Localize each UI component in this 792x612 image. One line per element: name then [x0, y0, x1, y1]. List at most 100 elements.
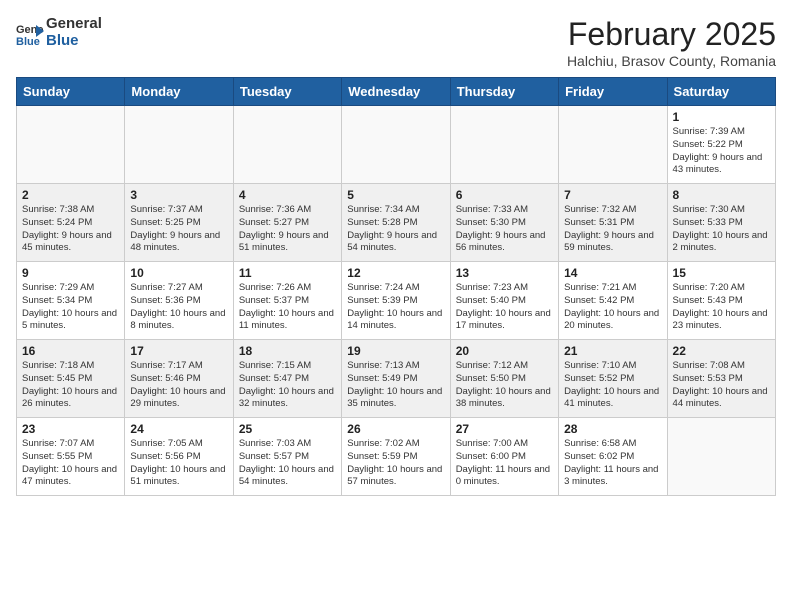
day-info: Sunrise: 7:10 AM Sunset: 5:52 PM Dayligh…	[564, 360, 661, 411]
calendar-cell: 23 Sunrise: 7:07 AM Sunset: 5:55 PM Dayli…	[17, 418, 125, 496]
day-info: Sunrise: 7:33 AM Sunset: 5:30 PM Dayligh…	[456, 204, 553, 255]
title-area: February 2025 Halchiu, Brasov County, Ro…	[567, 16, 776, 69]
day-number: 8	[673, 188, 770, 202]
day-number: 20	[456, 344, 553, 358]
day-number: 27	[456, 422, 553, 436]
calendar-cell: 6 Sunrise: 7:33 AM Sunset: 5:30 PM Daylig…	[450, 184, 558, 262]
calendar-week-row: 2 Sunrise: 7:38 AM Sunset: 5:24 PM Daylig…	[17, 184, 776, 262]
day-number: 1	[673, 110, 770, 124]
day-number: 21	[564, 344, 661, 358]
calendar-header-row: SundayMondayTuesdayWednesdayThursdayFrid…	[17, 78, 776, 106]
day-info: Sunrise: 7:07 AM Sunset: 5:55 PM Dayligh…	[22, 438, 119, 489]
calendar-cell: 10Sunrise: 7:27 AM Sunset: 5:36 PM Dayli…	[125, 262, 233, 340]
calendar-cell: 13Sunrise: 7:23 AM Sunset: 5:40 PM Dayli…	[450, 262, 558, 340]
header: General Blue General Blue February 2025 …	[16, 16, 776, 69]
calendar-cell: 19Sunrise: 7:13 AM Sunset: 5:49 PM Dayli…	[342, 340, 450, 418]
calendar-cell: 11Sunrise: 7:26 AM Sunset: 5:37 PM Dayli…	[233, 262, 341, 340]
day-info: Sunrise: 7:21 AM Sunset: 5:42 PM Dayligh…	[564, 282, 661, 333]
calendar-cell: 15 Sunrise: 7:20 AM Sunset: 5:43 PM Dayli…	[667, 262, 775, 340]
day-number: 15	[673, 266, 770, 280]
calendar-cell: 1 Sunrise: 7:39 AM Sunset: 5:22 PM Daylig…	[667, 106, 775, 184]
calendar-cell	[233, 106, 341, 184]
day-number: 14	[564, 266, 661, 280]
logo: General Blue General Blue	[16, 16, 102, 49]
day-info: Sunrise: 7:30 AM Sunset: 5:33 PM Dayligh…	[673, 204, 770, 255]
calendar-cell: 20 Sunrise: 7:12 AM Sunset: 5:50 PM Dayli…	[450, 340, 558, 418]
weekday-header-thursday: Thursday	[450, 78, 558, 106]
weekday-header-saturday: Saturday	[667, 78, 775, 106]
day-info: Sunrise: 7:27 AM Sunset: 5:36 PM Dayligh…	[130, 282, 227, 333]
logo-blue: Blue	[46, 33, 102, 50]
logo-icon: General Blue	[16, 19, 44, 47]
day-info: Sunrise: 7:12 AM Sunset: 5:50 PM Dayligh…	[456, 360, 553, 411]
day-number: 19	[347, 344, 444, 358]
calendar-cell: 4 Sunrise: 7:36 AM Sunset: 5:27 PM Daylig…	[233, 184, 341, 262]
calendar-cell: 26 Sunrise: 7:02 AM Sunset: 5:59 PM Dayli…	[342, 418, 450, 496]
day-info: Sunrise: 7:17 AM Sunset: 5:46 PM Dayligh…	[130, 360, 227, 411]
day-number: 5	[347, 188, 444, 202]
day-info: Sunrise: 7:37 AM Sunset: 5:25 PM Dayligh…	[130, 204, 227, 255]
day-info: Sunrise: 7:24 AM Sunset: 5:39 PM Dayligh…	[347, 282, 444, 333]
day-info: Sunrise: 7:23 AM Sunset: 5:40 PM Dayligh…	[456, 282, 553, 333]
calendar-cell: 16Sunrise: 7:18 AM Sunset: 5:45 PM Dayli…	[17, 340, 125, 418]
calendar-cell	[17, 106, 125, 184]
day-number: 18	[239, 344, 336, 358]
calendar-cell: 22 Sunrise: 7:08 AM Sunset: 5:53 PM Dayli…	[667, 340, 775, 418]
location-title: Halchiu, Brasov County, Romania	[567, 53, 776, 69]
calendar-cell: 3 Sunrise: 7:37 AM Sunset: 5:25 PM Daylig…	[125, 184, 233, 262]
calendar: SundayMondayTuesdayWednesdayThursdayFrid…	[16, 77, 776, 496]
logo-general: General	[46, 16, 102, 33]
day-info: Sunrise: 7:36 AM Sunset: 5:27 PM Dayligh…	[239, 204, 336, 255]
day-number: 17	[130, 344, 227, 358]
calendar-cell: 28Sunrise: 6:58 AM Sunset: 6:02 PM Dayli…	[559, 418, 667, 496]
day-number: 26	[347, 422, 444, 436]
day-info: Sunrise: 7:38 AM Sunset: 5:24 PM Dayligh…	[22, 204, 119, 255]
calendar-cell: 21 Sunrise: 7:10 AM Sunset: 5:52 PM Dayli…	[559, 340, 667, 418]
calendar-cell	[342, 106, 450, 184]
calendar-week-row: 1 Sunrise: 7:39 AM Sunset: 5:22 PM Daylig…	[17, 106, 776, 184]
day-info: Sunrise: 7:15 AM Sunset: 5:47 PM Dayligh…	[239, 360, 336, 411]
calendar-cell: 9 Sunrise: 7:29 AM Sunset: 5:34 PM Daylig…	[17, 262, 125, 340]
day-number: 9	[22, 266, 119, 280]
calendar-cell: 27 Sunrise: 7:00 AM Sunset: 6:00 PM Dayli…	[450, 418, 558, 496]
calendar-cell: 8 Sunrise: 7:30 AM Sunset: 5:33 PM Daylig…	[667, 184, 775, 262]
weekday-header-tuesday: Tuesday	[233, 78, 341, 106]
day-info: Sunrise: 7:20 AM Sunset: 5:43 PM Dayligh…	[673, 282, 770, 333]
day-info: Sunrise: 7:18 AM Sunset: 5:45 PM Dayligh…	[22, 360, 119, 411]
calendar-cell: 17 Sunrise: 7:17 AM Sunset: 5:46 PM Dayli…	[125, 340, 233, 418]
day-info: Sunrise: 7:39 AM Sunset: 5:22 PM Dayligh…	[673, 126, 770, 177]
calendar-cell	[125, 106, 233, 184]
day-info: Sunrise: 6:58 AM Sunset: 6:02 PM Dayligh…	[564, 438, 661, 489]
calendar-cell	[559, 106, 667, 184]
day-info: Sunrise: 7:02 AM Sunset: 5:59 PM Dayligh…	[347, 438, 444, 489]
weekday-header-monday: Monday	[125, 78, 233, 106]
day-info: Sunrise: 7:05 AM Sunset: 5:56 PM Dayligh…	[130, 438, 227, 489]
calendar-cell: 7Sunrise: 7:32 AM Sunset: 5:31 PM Daylig…	[559, 184, 667, 262]
calendar-cell: 12Sunrise: 7:24 AM Sunset: 5:39 PM Dayli…	[342, 262, 450, 340]
day-info: Sunrise: 7:00 AM Sunset: 6:00 PM Dayligh…	[456, 438, 553, 489]
calendar-cell: 25 Sunrise: 7:03 AM Sunset: 5:57 PM Dayli…	[233, 418, 341, 496]
weekday-header-sunday: Sunday	[17, 78, 125, 106]
weekday-header-wednesday: Wednesday	[342, 78, 450, 106]
day-number: 3	[130, 188, 227, 202]
day-info: Sunrise: 7:34 AM Sunset: 5:28 PM Dayligh…	[347, 204, 444, 255]
day-number: 7	[564, 188, 661, 202]
calendar-cell: 24Sunrise: 7:05 AM Sunset: 5:56 PM Dayli…	[125, 418, 233, 496]
day-info: Sunrise: 7:26 AM Sunset: 5:37 PM Dayligh…	[239, 282, 336, 333]
day-number: 23	[22, 422, 119, 436]
day-number: 25	[239, 422, 336, 436]
day-info: Sunrise: 7:03 AM Sunset: 5:57 PM Dayligh…	[239, 438, 336, 489]
calendar-cell	[450, 106, 558, 184]
day-number: 6	[456, 188, 553, 202]
calendar-cell: 5 Sunrise: 7:34 AM Sunset: 5:28 PM Daylig…	[342, 184, 450, 262]
calendar-week-row: 9 Sunrise: 7:29 AM Sunset: 5:34 PM Daylig…	[17, 262, 776, 340]
calendar-week-row: 16Sunrise: 7:18 AM Sunset: 5:45 PM Dayli…	[17, 340, 776, 418]
day-number: 2	[22, 188, 119, 202]
calendar-cell: 18 Sunrise: 7:15 AM Sunset: 5:47 PM Dayli…	[233, 340, 341, 418]
svg-text:Blue: Blue	[16, 36, 40, 47]
day-number: 4	[239, 188, 336, 202]
day-info: Sunrise: 7:29 AM Sunset: 5:34 PM Dayligh…	[22, 282, 119, 333]
day-info: Sunrise: 7:08 AM Sunset: 5:53 PM Dayligh…	[673, 360, 770, 411]
calendar-cell: 14 Sunrise: 7:21 AM Sunset: 5:42 PM Dayli…	[559, 262, 667, 340]
day-number: 22	[673, 344, 770, 358]
